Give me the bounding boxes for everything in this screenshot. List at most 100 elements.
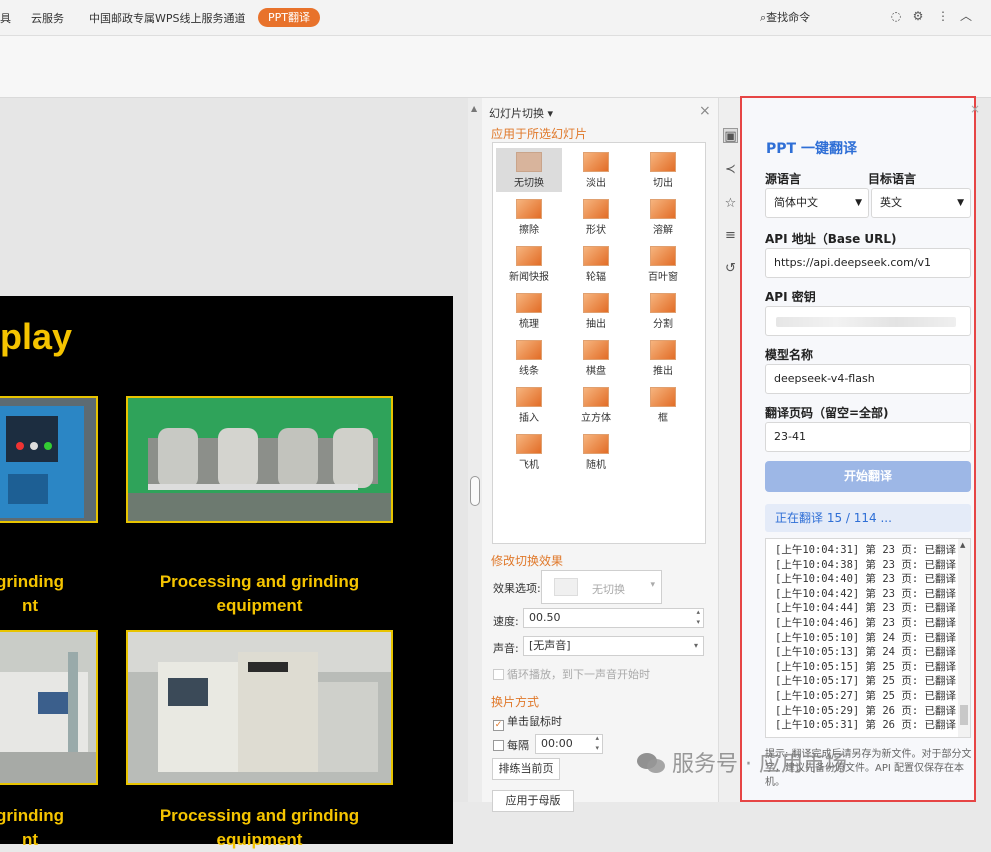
page-range-input[interactable]: 23-41: [765, 422, 971, 452]
scrollbar-thumb[interactable]: [470, 476, 480, 506]
more-vertical-icon[interactable]: ⋮: [936, 9, 950, 23]
transition-preview-icon: [583, 434, 609, 454]
scroll-up-icon[interactable]: ▲: [960, 541, 965, 549]
transition-item[interactable]: 飞机: [496, 430, 562, 474]
photo-caption-3[interactable]: grinding nt: [0, 804, 80, 852]
transition-item[interactable]: 梳理: [496, 289, 562, 333]
history-icon[interactable]: ↺: [723, 261, 738, 276]
sound-select[interactable]: [无声音] ▾: [523, 636, 704, 656]
transition-item-label: 切出: [653, 178, 673, 189]
menu-item-cloud-service[interactable]: 云服务: [31, 10, 64, 26]
advance-after-label: 每隔: [507, 739, 529, 752]
share-icon[interactable]: ≺: [723, 162, 738, 177]
sliders-icon[interactable]: ≡: [723, 228, 738, 243]
advance-time-input[interactable]: 00:00 ▴ ▾: [535, 734, 603, 754]
log-scrollbar[interactable]: ▲: [958, 539, 970, 737]
caption-line: Processing and grinding: [159, 806, 360, 825]
transition-item-label: 擦除: [519, 225, 539, 236]
log-lines: [上午10:04:31] 第 23 页: 已翻译 [上午10:04:38] 第 2…: [766, 539, 970, 733]
caption-line: equipment: [216, 596, 303, 615]
transition-preview-icon: [516, 434, 542, 454]
photo-caption-2[interactable]: Processing and grinding equipment: [126, 570, 393, 618]
transition-item[interactable]: 溶解: [630, 195, 696, 239]
log-line: [上午10:04:38] 第 23 页: 已翻译: [775, 558, 956, 571]
equipment-photo-3[interactable]: [0, 630, 98, 785]
log-line: [上午10:05:27] 第 25 页: 已翻译: [775, 689, 956, 702]
chat-bubble-icon[interactable]: ◌: [889, 9, 903, 23]
transition-item-label: 轮辐: [586, 272, 606, 283]
transition-item[interactable]: 擦除: [496, 195, 562, 239]
source-language-select[interactable]: 简体中文 ▼: [765, 188, 869, 218]
transition-preview-icon: [650, 246, 676, 266]
pane-header[interactable]: 幻灯片切换 ▾: [489, 105, 553, 121]
spinner-icon[interactable]: ▴ ▾: [595, 733, 599, 753]
transition-item[interactable]: 立方体: [563, 383, 629, 427]
canvas-scrollbar[interactable]: ▲: [468, 98, 482, 802]
sound-value: [无声音]: [529, 639, 571, 652]
slide[interactable]: play grinding nt Processing and grinding…: [0, 296, 453, 849]
transition-item[interactable]: 插入: [496, 383, 562, 427]
loop-sound-checkbox[interactable]: 循环播放，到下一声音开始时: [493, 666, 650, 682]
effect-options-select[interactable]: 无切换 ▾: [541, 570, 662, 604]
apply-to-master-button[interactable]: 应用于母版: [492, 790, 574, 812]
scrollbar-thumb[interactable]: [960, 705, 968, 725]
menu-item-postal-wps-channel[interactable]: 中国邮政专属WPS线上服务通道: [89, 10, 246, 26]
transition-item[interactable]: 推出: [630, 336, 696, 380]
close-icon[interactable]: ×: [970, 102, 980, 116]
transition-preview-icon: [650, 293, 676, 313]
on-click-checkbox[interactable]: ✓ 单击鼠标时: [493, 713, 562, 731]
model-name-label: 模型名称: [765, 348, 814, 362]
api-key-input[interactable]: [765, 306, 971, 336]
transition-item[interactable]: 随机: [563, 430, 629, 474]
transition-item-label: 推出: [653, 366, 673, 377]
photo-caption-4[interactable]: Processing and grinding equipment: [126, 804, 393, 852]
transition-item[interactable]: 线条: [496, 336, 562, 380]
apply-section-title: 应用于所选幻灯片: [491, 127, 588, 141]
equipment-photo-2[interactable]: [126, 396, 393, 523]
transition-item-label: 框: [658, 413, 668, 424]
gear-icon[interactable]: ⚙: [911, 9, 925, 23]
transition-item[interactable]: 形状: [563, 195, 629, 239]
transition-preview-icon: [583, 340, 609, 360]
transition-item[interactable]: 抽出: [563, 289, 629, 333]
caption-line: grinding: [0, 806, 64, 825]
spinner-icon[interactable]: ▴ ▾: [696, 607, 700, 627]
start-translate-button[interactable]: 开始翻译: [765, 461, 971, 492]
target-language-select[interactable]: 英文 ▼: [871, 188, 971, 218]
transition-gallery: 无切换 淡出 切出擦除 形状 溶解新闻快报 轮辐 百叶窗梳理 抽出 分割线条 棋盘 推出插入 立方体 框…: [492, 142, 706, 544]
slide-transition-icon[interactable]: ▣: [723, 128, 738, 144]
transition-item[interactable]: 分割: [630, 289, 696, 333]
model-name-input[interactable]: deepseek-v4-flash: [765, 364, 971, 394]
api-url-input[interactable]: https://api.deepseek.com/v1: [765, 248, 971, 278]
transition-item[interactable]: 新闻快报: [496, 242, 562, 286]
transition-item[interactable]: 轮辐: [563, 242, 629, 286]
chevron-up-icon[interactable]: ︿: [959, 9, 973, 23]
translate-log[interactable]: [上午10:04:31] 第 23 页: 已翻译 [上午10:04:38] 第 2…: [765, 538, 971, 738]
slide-title[interactable]: play: [0, 316, 72, 358]
transition-item[interactable]: 淡出: [563, 148, 629, 192]
checkbox-icon: [493, 740, 504, 751]
ppt-translate-tab[interactable]: PPT翻译: [258, 8, 320, 27]
transition-item[interactable]: 棋盘: [563, 336, 629, 380]
equipment-photo-1[interactable]: [0, 396, 98, 523]
advance-after-checkbox[interactable]: 每隔: [493, 737, 529, 753]
slide-canvas[interactable]: play grinding nt Processing and grinding…: [0, 98, 468, 849]
transition-item-label: 随机: [586, 460, 606, 471]
close-icon[interactable]: ×: [699, 103, 711, 119]
target-language-label: 目标语言: [868, 172, 917, 186]
transition-item-label: 线条: [519, 366, 539, 377]
transition-item[interactable]: 切出: [630, 148, 696, 192]
speed-input[interactable]: 00.50 ▴ ▾: [523, 608, 704, 628]
checkbox-icon: [493, 669, 504, 680]
caption-line: equipment: [216, 830, 303, 849]
rehearse-button[interactable]: 排练当前页: [492, 758, 560, 780]
find-command-button[interactable]: ⌕查找命令: [760, 9, 810, 25]
transition-item[interactable]: 百叶窗: [630, 242, 696, 286]
scroll-up-icon[interactable]: ▲: [471, 104, 477, 113]
transition-item[interactable]: 无切换: [496, 148, 562, 192]
menu-item-tools[interactable]: 具: [0, 10, 11, 26]
equipment-photo-4[interactable]: [126, 630, 393, 785]
star-icon[interactable]: ☆: [723, 196, 738, 211]
transition-item[interactable]: 框: [630, 383, 696, 427]
photo-caption-1[interactable]: grinding nt: [0, 570, 80, 618]
